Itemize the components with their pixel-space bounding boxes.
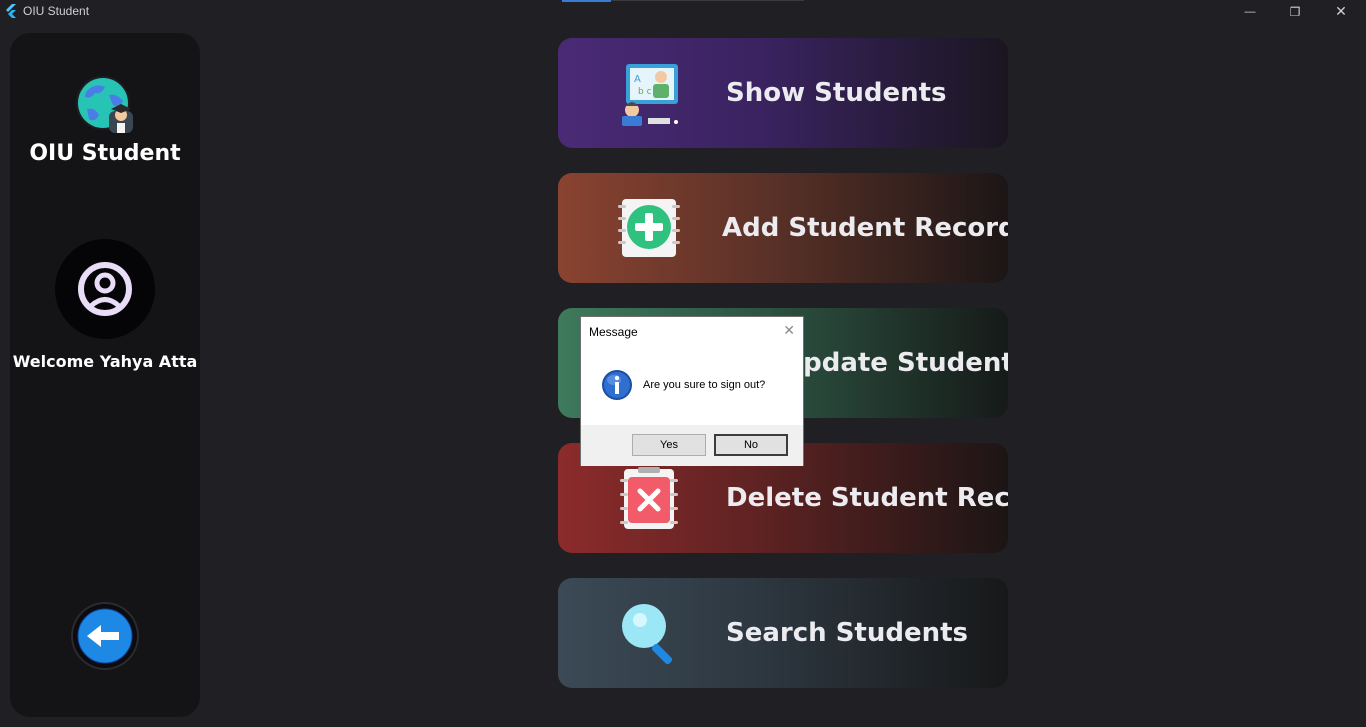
restore-icon: ❐	[1289, 4, 1301, 19]
update-student-record-label: Update Student Record	[782, 348, 1008, 378]
yes-button[interactable]: Yes	[632, 434, 706, 456]
search-students-button[interactable]: Search Students	[558, 578, 1008, 688]
title-bar: OIU Student — ❐ ✕	[0, 0, 1366, 23]
no-button[interactable]: No	[714, 434, 788, 456]
delete-record-icon	[620, 467, 678, 529]
globe-graduate-icon	[76, 76, 133, 133]
flutter-app-icon	[6, 4, 16, 18]
search-students-label: Search Students	[726, 618, 969, 648]
info-icon	[602, 370, 632, 400]
magnifier-icon	[622, 604, 673, 665]
welcome-text: Welcome Yahya Atta	[12, 352, 198, 371]
show-students-label: Show Students	[726, 78, 947, 108]
close-icon: ✕	[1335, 3, 1347, 19]
svg-text:A: A	[634, 74, 641, 85]
close-window-button[interactable]: ✕	[1318, 0, 1364, 23]
title-bar-divider	[611, 0, 804, 1]
minimize-button[interactable]: —	[1227, 0, 1273, 23]
avatar	[55, 239, 155, 339]
arrow-left-icon	[77, 608, 133, 664]
sign-out-button[interactable]	[73, 604, 137, 668]
show-students-button[interactable]: A b c Show Students	[558, 38, 1008, 148]
add-record-icon	[618, 199, 680, 257]
add-student-record-label: Add Student Record	[722, 213, 1008, 243]
dialog-close-button[interactable]: ✕	[783, 322, 795, 339]
title-bar-accent	[562, 0, 611, 2]
add-student-record-button[interactable]: Add Student Record	[558, 173, 1008, 283]
message-dialog: Message ✕ Are you sure to sign out? Yes …	[580, 316, 804, 466]
minimize-icon: —	[1244, 5, 1256, 18]
app-name: OIU Student	[29, 141, 181, 166]
dialog-title: Message	[589, 325, 638, 339]
classroom-icon: A b c	[622, 64, 678, 126]
maximize-button[interactable]: ❐	[1272, 0, 1318, 23]
user-circle-icon	[78, 262, 132, 316]
window-title: OIU Student	[23, 4, 90, 18]
close-icon: ✕	[783, 322, 795, 338]
dialog-message: Are you sure to sign out?	[643, 379, 766, 391]
svg-text:b c: b c	[638, 87, 652, 97]
